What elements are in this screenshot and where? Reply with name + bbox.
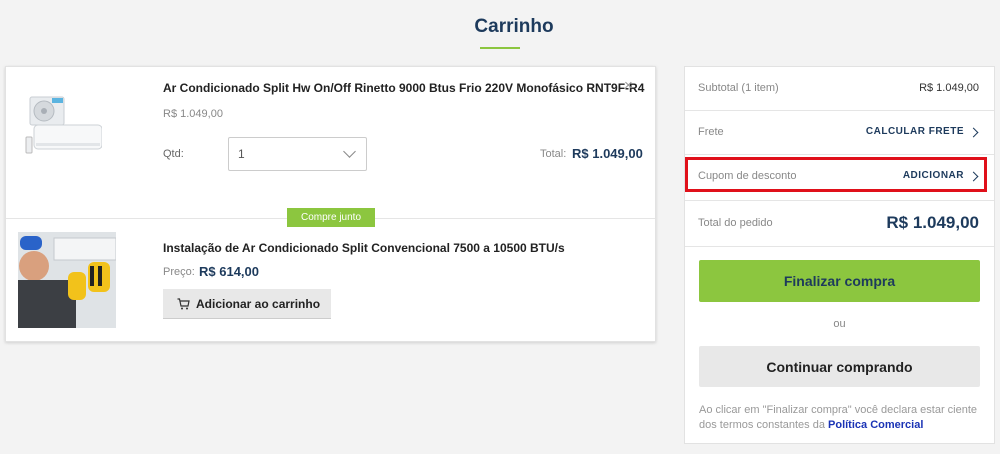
- service-price-label: Preço:: [163, 266, 195, 278]
- order-total-value: R$ 1.049,00: [886, 213, 979, 232]
- chevron-down-icon: [343, 145, 356, 158]
- quantity-label: Qtd:: [163, 148, 184, 160]
- shipping-row[interactable]: Frete CALCULAR FRETE: [685, 111, 994, 155]
- order-summary-panel: Subtotal (1 item) R$ 1.049,00 Frete CALC…: [684, 66, 995, 444]
- air-conditioner-image: [25, 96, 102, 154]
- shipping-label: Frete: [698, 126, 724, 138]
- subtotal-value: R$ 1.049,00: [919, 82, 979, 94]
- add-coupon-link[interactable]: ADICIONAR: [903, 170, 964, 181]
- coupon-row[interactable]: Cupom de desconto ADICIONAR: [685, 155, 994, 201]
- order-total-label: Total do pedido: [698, 217, 773, 229]
- subtotal-label: Subtotal (1 item): [698, 82, 779, 94]
- quantity-select[interactable]: 1: [228, 137, 367, 171]
- title-underline: [480, 47, 520, 49]
- page-title: Carrinho: [474, 16, 554, 37]
- quantity-value: 1: [238, 147, 245, 161]
- calculate-shipping-link[interactable]: CALCULAR FRETE: [866, 126, 964, 137]
- installer-image: [18, 232, 116, 328]
- chevron-right-icon: [968, 171, 979, 182]
- close-icon[interactable]: ×: [624, 77, 633, 94]
- commercial-policy-link[interactable]: Política Comercial: [828, 419, 923, 431]
- terms-disclaimer: Ao clicar em "Finalizar compra" você dec…: [699, 403, 984, 433]
- item-total-label: Total:: [540, 148, 567, 160]
- service-name[interactable]: Instalação de Ar Condicionado Split Conv…: [163, 241, 565, 255]
- cart-panel: Ar Condicionado Split Hw On/Off Rinetto …: [5, 66, 656, 342]
- item-total-value: R$ 1.049,00: [572, 146, 643, 161]
- compre-junto-badge: Compre junto: [287, 208, 375, 227]
- coupon-label: Cupom de desconto: [698, 170, 797, 182]
- add-to-cart-label: Adicionar ao carrinho: [196, 296, 321, 311]
- or-separator: ou: [833, 318, 846, 330]
- product-name[interactable]: Ar Condicionado Split Hw On/Off Rinetto …: [163, 81, 644, 95]
- cart-icon: [177, 298, 190, 310]
- continue-shopping-button[interactable]: Continuar comprando: [699, 346, 980, 387]
- finalize-purchase-button[interactable]: Finalizar compra: [699, 260, 980, 302]
- add-to-cart-button[interactable]: Adicionar ao carrinho: [163, 289, 331, 319]
- order-total-row: Total do pedido R$ 1.049,00: [685, 201, 994, 247]
- subtotal-row: Subtotal (1 item) R$ 1.049,00: [685, 67, 994, 111]
- chevron-right-icon: [968, 127, 979, 138]
- unit-price: R$ 1.049,00: [163, 108, 223, 120]
- service-price: R$ 614,00: [199, 264, 259, 279]
